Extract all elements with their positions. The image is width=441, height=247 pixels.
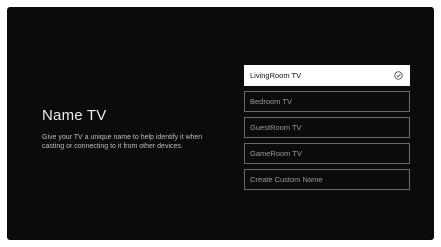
page-description: Give your TV a unique name to help ident… <box>42 134 203 150</box>
option-label: GuestRoom TV <box>250 123 302 132</box>
tv-screen: Name TV Give your TV a unique name to he… <box>7 7 434 240</box>
option-label: Bedroom TV <box>250 97 292 106</box>
option-livingroom-tv[interactable]: LivingRoom TV <box>244 65 410 86</box>
option-gameroom-tv[interactable]: GameRoom TV <box>244 143 410 164</box>
option-bedroom-tv[interactable]: Bedroom TV <box>244 91 410 112</box>
option-label: Create Custom Name <box>250 175 323 184</box>
option-guestroom-tv[interactable]: GuestRoom TV <box>244 117 410 138</box>
option-label: GameRoom TV <box>250 149 302 158</box>
check-circle-icon <box>394 71 403 80</box>
page-title: Name TV <box>42 107 107 124</box>
option-create-custom-name[interactable]: Create Custom Name <box>244 169 410 190</box>
name-options-list: LivingRoom TV Bedroom TV GuestRoom TV Ga… <box>244 65 410 195</box>
info-panel: Name TV Give your TV a unique name to he… <box>42 107 222 151</box>
option-label: LivingRoom TV <box>250 71 302 80</box>
